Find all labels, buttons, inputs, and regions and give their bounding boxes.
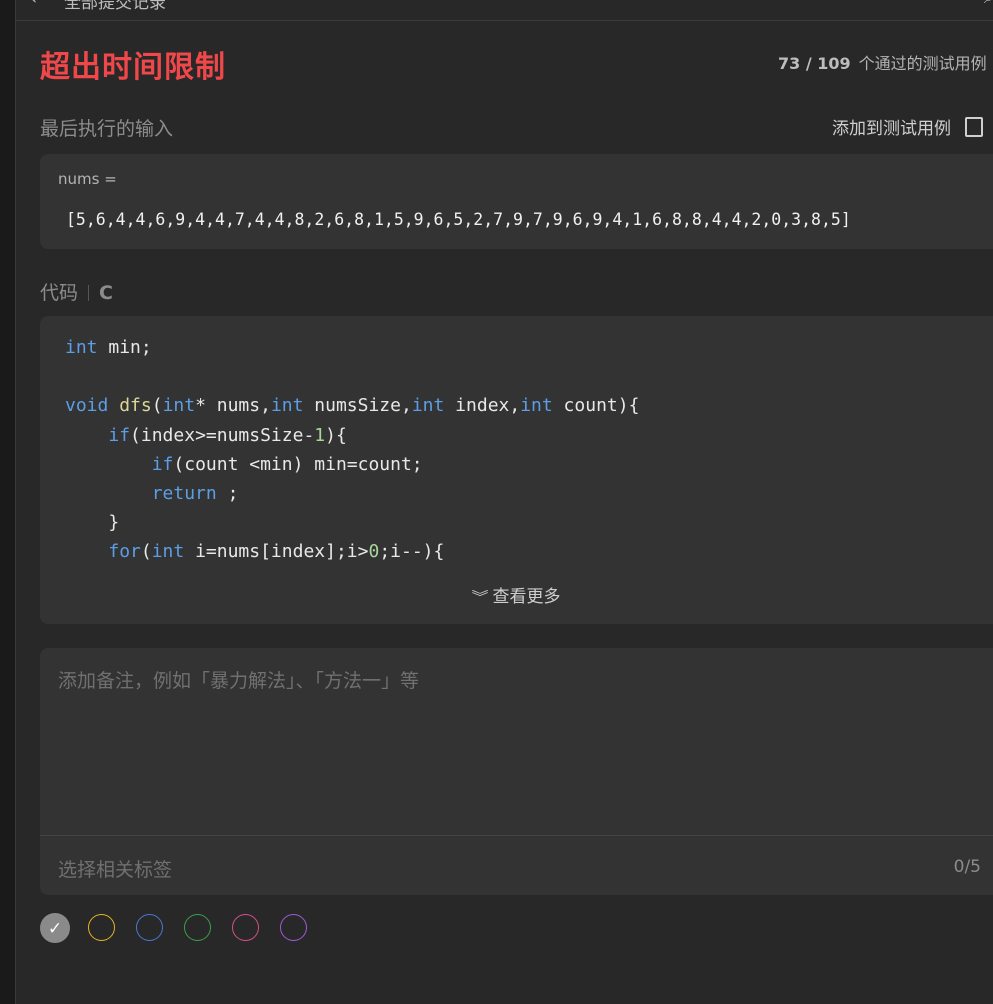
color-option[interactable] [88, 914, 115, 941]
code-language: C [99, 282, 113, 304]
color-option[interactable] [232, 914, 259, 941]
color-option[interactable] [184, 914, 211, 941]
see-more-button[interactable]: ︾ 查看更多 [40, 582, 993, 607]
submission-status: 超出时间限制 [40, 50, 226, 85]
last-input-card: nums = [5,6,4,4,6,9,4,4,7,4,4,8,2,6,8,1,… [40, 154, 993, 249]
code-label: 代码 [40, 282, 79, 304]
back-arrow-icon[interactable]: ‹ [30, 0, 37, 9]
double-chevron-down-icon: ︾ [471, 590, 488, 606]
code-block[interactable]: int min; void dfs(int* nums,int numsSize… [40, 316, 993, 624]
input-variable-name: nums = [58, 170, 117, 188]
note-card: 添加备注，例如「暴力解法」、「方法一」等 选择相关标签 0/5 [40, 648, 993, 895]
color-option-selected[interactable]: ✓ [40, 913, 70, 943]
code-content: int min; void dfs(int* nums,int numsSize… [65, 337, 640, 563]
tag-select[interactable]: 选择相关标签 [58, 855, 172, 882]
passed-suffix: 个通过的测试用例 [858, 54, 987, 73]
last-input-label: 最后执行的输入 [40, 118, 174, 140]
passed-count: 73 / 109 [778, 54, 851, 73]
color-option[interactable] [136, 914, 163, 941]
code-section-label: 代码 C [40, 278, 113, 305]
left-panel-edge [0, 0, 16, 1004]
top-bar: ‹ 全部提交记录 ⌕ [16, 0, 993, 21]
add-to-testcase-label: 添加到测试用例 [832, 119, 951, 139]
label-separator [88, 285, 90, 301]
search-icon[interactable]: ⌕ [984, 0, 993, 8]
color-option[interactable] [280, 914, 307, 941]
add-to-testcase-button[interactable]: 添加到测试用例 [832, 114, 983, 139]
passed-testcases: 73 / 109 个通过的测试用例 [778, 50, 987, 74]
add-testcase-icon [965, 117, 983, 137]
see-more-label: 查看更多 [492, 587, 561, 607]
input-variable-value: [5,6,4,4,6,9,4,4,7,4,4,8,2,6,8,1,5,9,6,5… [66, 210, 851, 229]
tag-count: 0/5 [953, 857, 981, 877]
note-input[interactable]: 添加备注，例如「暴力解法」、「方法一」等 [58, 666, 419, 693]
all-submissions-link[interactable]: 全部提交记录 [64, 0, 166, 13]
note-divider [40, 835, 993, 836]
